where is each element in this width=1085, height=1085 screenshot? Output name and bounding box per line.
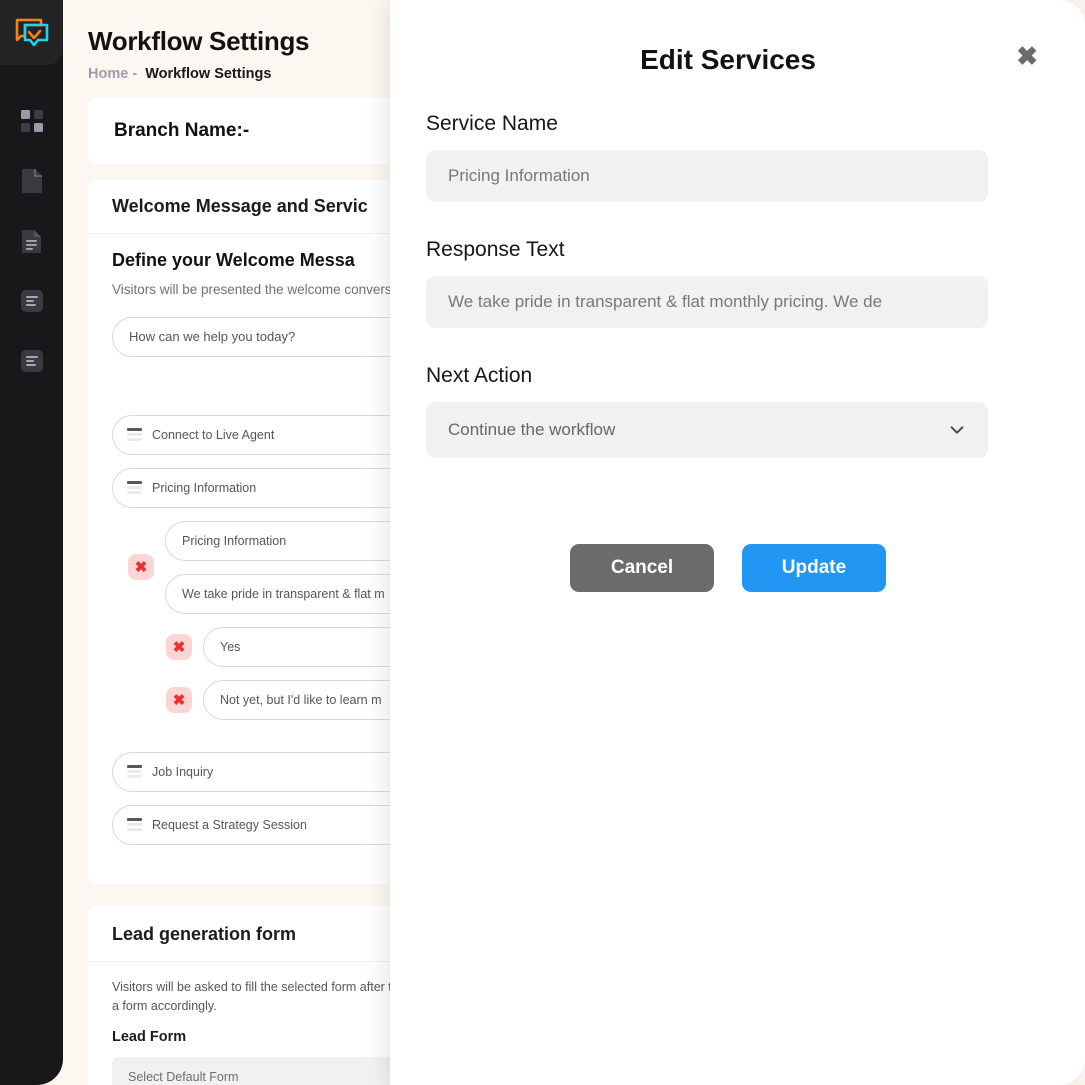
sidebar-item-pages[interactable] [0,151,63,211]
drag-handle-icon[interactable] [127,818,142,832]
response-text-label: Response Text [426,238,565,261]
sidebar-item-dashboard[interactable] [0,91,63,151]
app-root: Workflow Settings Home - Workflow Settin… [0,0,1085,1085]
modal-title: Edit Services [640,44,816,75]
breadcrumb-current: Workflow Settings [145,66,272,82]
service-label: Pricing Information [152,480,257,495]
response-text-field: Response Text We take pride in transpare… [426,238,1030,328]
delete-x-icon[interactable]: ✖ [166,686,192,713]
service-label: Connect to Live Agent [152,427,275,442]
sidebar-item-documents[interactable] [0,211,63,271]
list-lines-icon [20,290,43,312]
service-name-input[interactable]: Pricing Information [426,150,988,202]
next-action-field: Next Action Continue the workflow [426,364,1030,458]
next-action-value: Continue the workflow [448,420,616,439]
chevron-down-icon [950,426,964,434]
service-name-field: Service Name Pricing Information [426,112,1030,202]
sidebar [0,0,63,1085]
cancel-button[interactable]: Cancel [570,544,714,592]
update-button[interactable]: Update [742,544,886,592]
response-text-input[interactable]: We take pride in transparent & flat mont… [426,276,988,328]
drag-handle-icon[interactable] [127,428,142,442]
breadcrumb-home[interactable]: Home - [88,66,137,82]
sidebar-item-forms[interactable] [0,271,63,331]
service-name-label: Service Name [426,112,558,135]
drag-handle-icon[interactable] [127,481,142,495]
service-label: Request a Strategy Session [152,817,307,832]
next-action-label: Next Action [426,364,533,387]
document-lines-icon [22,229,41,253]
delete-x-icon[interactable]: ✖ [128,554,154,581]
chat-bubbles-logo-icon [15,18,48,46]
dashboard-grid-icon [20,110,43,132]
edit-services-modal: Edit Services ✖ Service Name Pricing Inf… [390,0,1085,1085]
sidebar-item-reports[interactable] [0,331,63,391]
service-label: Job Inquiry [152,764,214,779]
file-page-icon [21,169,42,193]
list-lines-icon-2 [20,350,43,372]
modal-actions: Cancel Update [426,544,1030,592]
app-logo[interactable] [0,0,63,65]
delete-x-icon[interactable]: ✖ [166,633,192,660]
drag-handle-icon[interactable] [127,765,142,779]
close-x-icon[interactable]: ✖ [1016,43,1038,69]
next-action-select[interactable]: Continue the workflow [426,402,988,458]
